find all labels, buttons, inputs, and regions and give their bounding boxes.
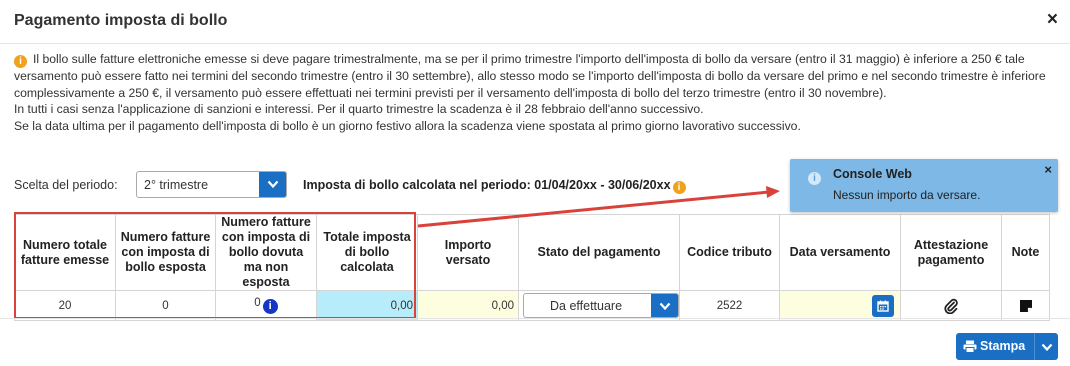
cell-invoices-stamp-due-value: 0 bbox=[254, 297, 261, 309]
payment-status-value: Da effettuare bbox=[550, 299, 623, 313]
info-circle-icon: i bbox=[14, 55, 27, 68]
header-payment-status: Stato del pagamento bbox=[518, 214, 680, 291]
chevron-down-icon[interactable] bbox=[1034, 333, 1058, 360]
info-circle-icon: i bbox=[808, 172, 821, 185]
table-header-row: Numero totale fatture emesse Numero fatt… bbox=[14, 214, 1050, 291]
calc-period-end: - 30/06/20 bbox=[596, 178, 657, 192]
info-text-block: i Il bollo sulle fatture elettroniche eme… bbox=[14, 51, 1054, 134]
header-note: Note bbox=[1001, 214, 1050, 291]
dialog-title: Pagamento imposta di bollo bbox=[14, 12, 228, 29]
cell-total-stamp-calculated: 0,00 bbox=[316, 290, 418, 321]
header-payment-certificate: Attestazione pagamento bbox=[900, 214, 1002, 291]
info-circle-icon[interactable]: i bbox=[262, 299, 278, 314]
period-selected-value: 2° trimestre bbox=[144, 178, 209, 192]
calc-period-start: Imposta di bollo calcolata nel periodo: … bbox=[303, 178, 583, 192]
period-label: Scelta del periodo: bbox=[14, 178, 118, 192]
close-icon[interactable]: × bbox=[1047, 9, 1058, 31]
cell-tax-code: 2522 bbox=[679, 290, 780, 321]
header-amount-paid: Importo versato bbox=[417, 214, 519, 291]
info-paragraph-1-text: Il bollo sulle fatture elettroniche emes… bbox=[14, 52, 1046, 100]
calendar-icon[interactable] bbox=[872, 295, 894, 317]
printer-icon bbox=[963, 340, 977, 353]
period-select[interactable]: 2° trimestre bbox=[136, 171, 287, 198]
info-paragraph-1: i Il bollo sulle fatture elettroniche eme… bbox=[14, 51, 1054, 101]
calculated-period-text: Imposta di bollo calcolata nel periodo: … bbox=[303, 178, 686, 194]
header-invoices-stamp-due: Numero fatture con imposta di bollo dovu… bbox=[215, 214, 317, 291]
info-paragraph-3: Se la data ultima per il pagamento dell'… bbox=[14, 118, 801, 133]
toast-title: Console Web bbox=[833, 167, 912, 181]
cell-payment-certificate bbox=[900, 290, 1002, 321]
close-icon[interactable]: × bbox=[1044, 162, 1052, 177]
amount-paid-input[interactable]: 0,00 bbox=[417, 290, 519, 321]
header-total-invoices: Numero totale fatture emesse bbox=[14, 214, 116, 291]
print-label: Stampa bbox=[980, 339, 1026, 353]
cell-invoices-with-stamp: 0 bbox=[115, 290, 216, 321]
stamp-duty-table: Numero totale fatture emesse Numero fatt… bbox=[14, 214, 1050, 321]
cell-payment-status: Da effettuare bbox=[518, 290, 680, 321]
toast-message: Nessun importo da versare. bbox=[833, 188, 981, 202]
toast-notification: i Console Web Nessun importo da versare.… bbox=[790, 159, 1058, 212]
calc-year-mask-1: xx bbox=[582, 178, 597, 192]
payment-status-select[interactable]: Da effettuare bbox=[523, 293, 679, 318]
cell-total-invoices: 20 bbox=[14, 290, 116, 321]
info-circle-icon[interactable]: i bbox=[672, 181, 686, 194]
calc-year-mask-2: xx bbox=[656, 178, 671, 192]
table-row: 20 0 0i 0,00 0,00 Da effettuare 2522 bbox=[14, 290, 1050, 321]
print-button[interactable]: Stampa bbox=[956, 333, 1034, 360]
cell-invoices-stamp-due: 0i bbox=[215, 290, 317, 321]
sticky-note-icon[interactable] bbox=[1019, 299, 1033, 312]
payment-date-input[interactable] bbox=[779, 290, 901, 321]
chevron-down-icon[interactable] bbox=[259, 172, 286, 197]
header-payment-date: Data versamento bbox=[779, 214, 901, 291]
payment-dialog: Pagamento imposta di bollo × i Il bollo s… bbox=[0, 0, 1070, 366]
cell-note bbox=[1001, 290, 1050, 321]
info-paragraph-2: In tutti i casi senza l'applicazione di … bbox=[14, 102, 704, 116]
dialog-header: Pagamento imposta di bollo × bbox=[0, 0, 1070, 44]
header-invoices-with-stamp: Numero fatture con imposta di bollo espo… bbox=[115, 214, 216, 291]
paperclip-icon[interactable] bbox=[944, 298, 958, 314]
footer-divider bbox=[0, 318, 1070, 319]
header-total-stamp-calculated: Totale imposta di bollo calcolata bbox=[316, 214, 418, 291]
header-tax-code: Codice tributo bbox=[679, 214, 780, 291]
print-button-group: Stampa bbox=[956, 333, 1058, 360]
chevron-down-icon[interactable] bbox=[651, 294, 678, 317]
